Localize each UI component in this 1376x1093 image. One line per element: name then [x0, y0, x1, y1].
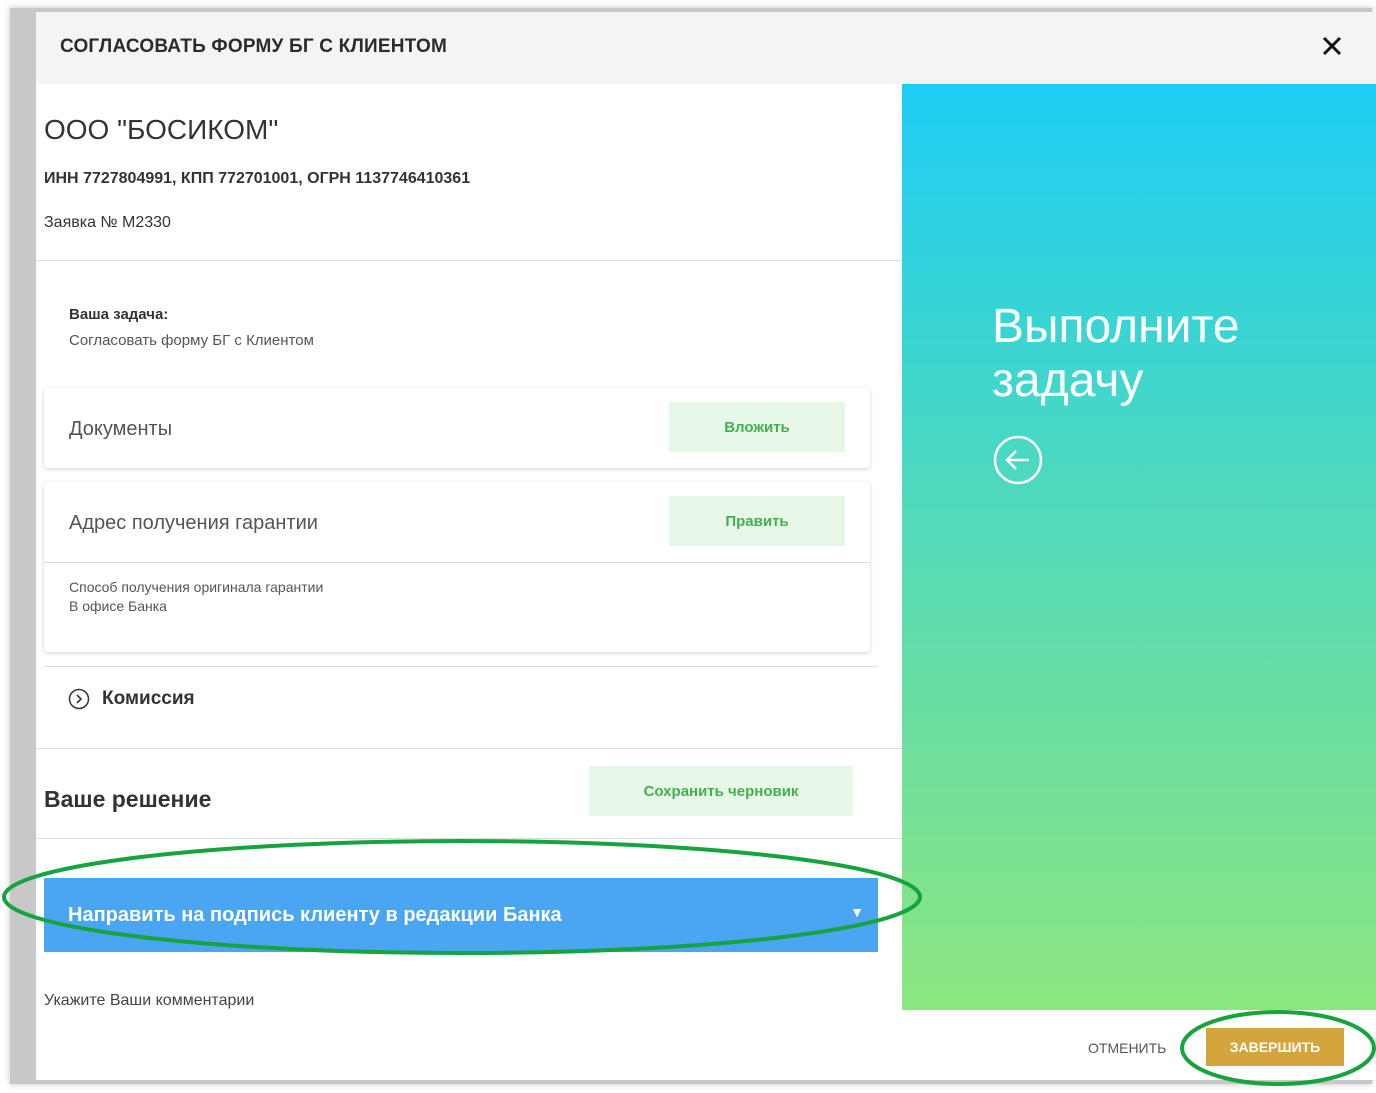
- side-panel: Выполните задачу: [902, 84, 1376, 1010]
- task-text: Согласовать форму БГ с Клиентом: [69, 332, 314, 349]
- arrow-left-circle-icon[interactable]: [992, 434, 1044, 486]
- divider: [44, 666, 878, 667]
- company-name: ООО "БОСИКОМ": [44, 114, 279, 145]
- modal-header: СОГЛАСОВАТЬ ФОРМУ БГ С КЛИЕНТОМ: [36, 12, 1376, 84]
- delivery-method-value: В офисе Банка: [69, 598, 167, 614]
- save-draft-button[interactable]: Сохранить черновик: [589, 766, 853, 816]
- delivery-method: Способ получения оригинала гарантии В оф…: [69, 578, 349, 616]
- address-card: Адрес получения гарантии Править Способ …: [44, 482, 870, 652]
- card-divider: [44, 562, 870, 563]
- address-title: Адрес получения гарантии: [69, 512, 318, 534]
- divider: [36, 260, 902, 261]
- dropdown-arrow-icon: ▼: [850, 904, 864, 920]
- close-icon[interactable]: [1316, 30, 1348, 62]
- edit-address-button[interactable]: Править: [669, 496, 845, 546]
- decision-title: Ваше решение: [44, 786, 212, 812]
- documents-card: Документы Вложить: [44, 388, 870, 468]
- commission-label: Комиссия: [102, 688, 195, 709]
- finish-button[interactable]: ЗАВЕРШИТЬ: [1206, 1028, 1344, 1066]
- decision-select[interactable]: Направить на подпись клиенту в редакции …: [44, 878, 878, 952]
- commission-toggle[interactable]: Комиссия: [68, 688, 195, 710]
- request-number: Заявка № М2330: [44, 214, 171, 231]
- task-label: Ваша задача:: [69, 306, 169, 323]
- modal-footer: ОТМЕНИТЬ ЗАВЕРШИТЬ: [36, 1010, 1376, 1080]
- company-ids: ИНН 7727804991, КПП 772701001, ОГРН 1137…: [44, 170, 471, 187]
- delivery-method-label: Способ получения оригинала гарантии: [69, 579, 324, 595]
- comment-label: Укажите Ваши комментарии: [44, 992, 255, 1009]
- divider: [36, 838, 902, 839]
- cancel-button[interactable]: ОТМЕНИТЬ: [1088, 1040, 1166, 1056]
- documents-title: Документы: [69, 418, 173, 440]
- divider: [36, 748, 902, 749]
- chevron-right-circle-icon: [68, 688, 90, 710]
- modal-title: СОГЛАСОВАТЬ ФОРМУ БГ С КЛИЕНТОМ: [60, 36, 447, 57]
- side-heading: Выполните задачу: [992, 300, 1240, 407]
- decision-selected-value: Направить на подпись клиенту в редакции …: [68, 904, 562, 926]
- content-panel: ООО "БОСИКОМ" ИНН 7727804991, КПП 772701…: [36, 84, 902, 1010]
- modal-dialog: СОГЛАСОВАТЬ ФОРМУ БГ С КЛИЕНТОМ ООО "БОС…: [36, 12, 1376, 1080]
- attach-button[interactable]: Вложить: [669, 402, 845, 452]
